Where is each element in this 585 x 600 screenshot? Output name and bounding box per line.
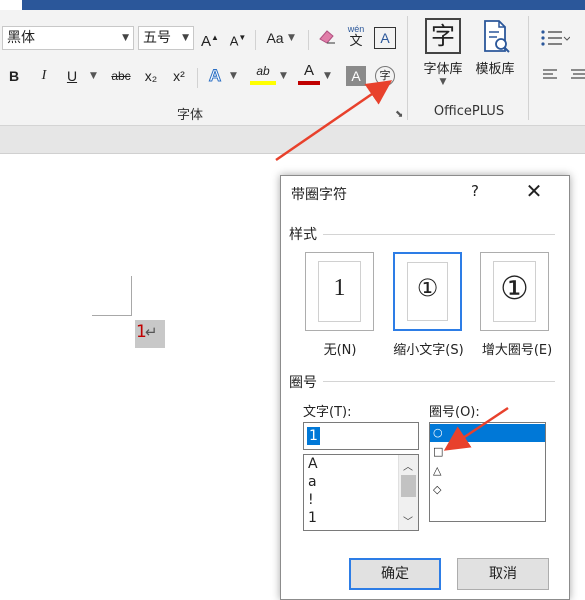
annotation-arrow-ribbon (275, 80, 393, 162)
annotation-arrow-list (443, 406, 509, 451)
annotation-arrows (275, 80, 509, 451)
